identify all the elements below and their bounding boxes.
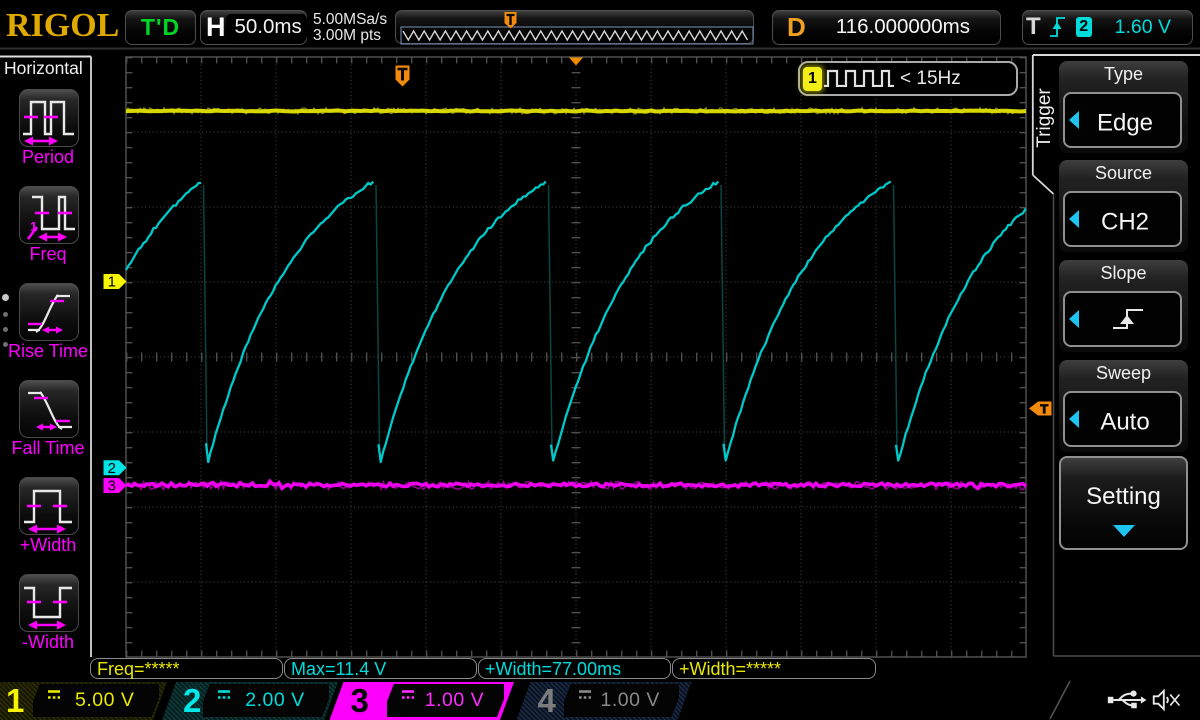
svg-text:1: 1 <box>30 219 37 234</box>
svg-text:3: 3 <box>108 478 116 495</box>
svg-text:1: 1 <box>108 274 116 291</box>
svg-text:2: 2 <box>108 460 116 477</box>
